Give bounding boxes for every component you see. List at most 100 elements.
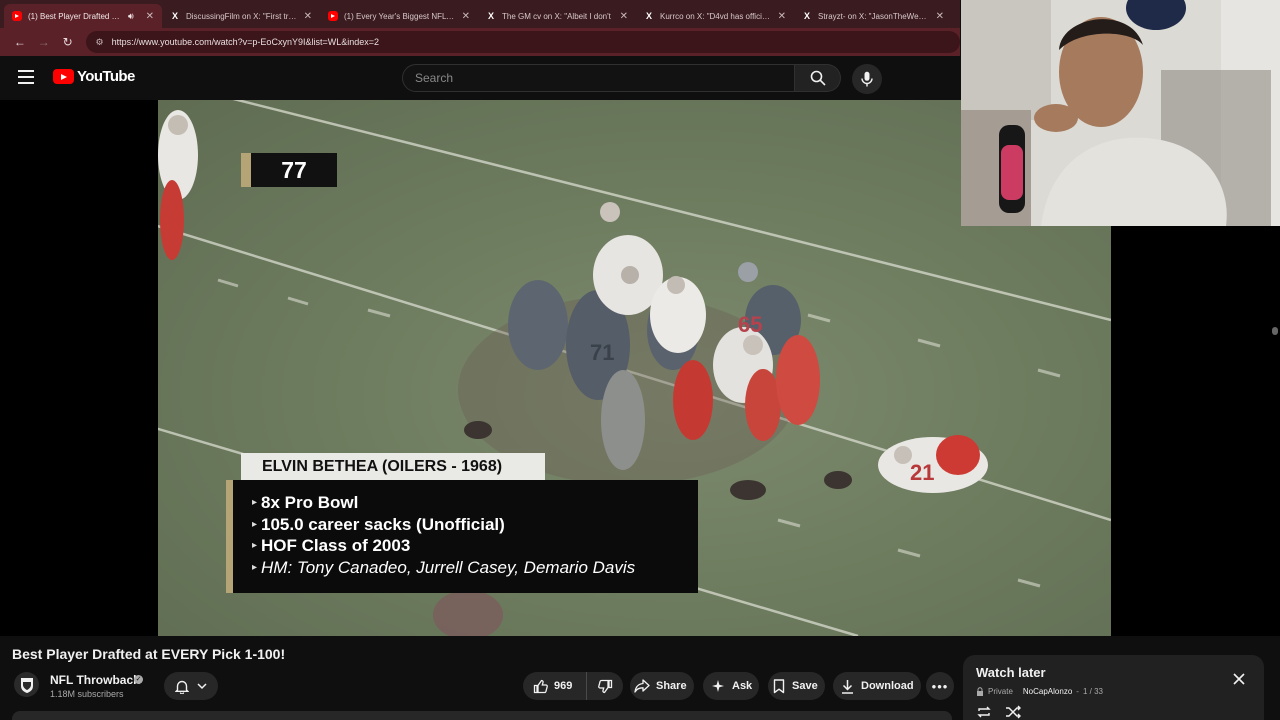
tab-title: DiscussingFilm on X: "First traile: [186, 11, 298, 21]
subscriber-count: 1.18M subscribers: [50, 689, 124, 699]
browser-tab[interactable]: X Kurrco on X: "D4vd has officially ✕: [636, 4, 794, 28]
x-icon: X: [803, 11, 810, 21]
jersey-number: 21: [910, 460, 934, 485]
like-button[interactable]: 969: [523, 672, 587, 700]
dislike-button[interactable]: [587, 672, 623, 700]
more-actions-button[interactable]: •••: [926, 672, 954, 700]
browser-tab[interactable]: X DiscussingFilm on X: "First traile ✕: [162, 4, 320, 28]
channel-avatar[interactable]: [14, 672, 39, 697]
notification-button[interactable]: [164, 672, 218, 700]
share-icon: [634, 679, 650, 693]
url-text: https://www.youtube.com/watch?v=p-EoCxyn…: [111, 37, 379, 47]
ask-label: Ask: [732, 680, 753, 692]
close-icon[interactable]: ✕: [146, 11, 154, 22]
playlist-position: 1 / 33: [1082, 687, 1103, 696]
bullet-icon: ▸: [252, 518, 258, 530]
fact-line: ▸ 8x Pro Bowl: [252, 492, 698, 514]
close-icon[interactable]: ✕: [304, 11, 312, 22]
browser-toolbar: ← → ↻ ⚙ https://www.youtube.com/watch?v=…: [0, 28, 960, 56]
close-icon[interactable]: [1231, 671, 1247, 687]
x-icon: X: [487, 11, 494, 21]
fact-text: HM: Tony Canadeo, Jurrell Casey, Demario…: [261, 557, 636, 577]
player-name-bar: ELVIN BETHEA (OILERS - 1968): [241, 453, 545, 480]
search-input[interactable]: Search: [402, 64, 795, 92]
close-icon[interactable]: ✕: [936, 11, 944, 22]
nfl-shield-icon: [20, 677, 33, 693]
close-icon[interactable]: ✕: [620, 11, 628, 22]
screen: (1) Best Player Drafted at EV 🔊︎ ✕ X Dis…: [0, 0, 1280, 720]
video-title: Best Player Drafted at EVERY Pick 1-100!: [12, 646, 286, 662]
like-count: 969: [554, 680, 573, 692]
pick-number-badge: 77: [241, 153, 337, 187]
description-box[interactable]: [12, 711, 952, 720]
sparkle-icon: [712, 680, 724, 692]
playlist-panel: Watch later Private NoCapAlonzo - 1 / 33: [963, 655, 1264, 720]
pick-number: 77: [281, 156, 307, 183]
separator: -: [1076, 687, 1079, 696]
bullet-icon: ▸: [252, 561, 258, 573]
close-icon[interactable]: ✕: [778, 11, 786, 22]
search-button[interactable]: [795, 64, 841, 92]
browser-tab[interactable]: X The GM cv on X: "Albeit I don't ✕: [478, 4, 636, 28]
share-label: Share: [656, 680, 687, 692]
close-icon[interactable]: ✕: [462, 11, 470, 22]
verified-icon: ✓: [134, 675, 143, 684]
youtube-logo[interactable]: YouTube: [53, 68, 135, 85]
reload-icon[interactable]: ↻: [56, 30, 80, 54]
site-info-icon[interactable]: ⚙: [96, 37, 104, 48]
speaker-icon[interactable]: 🔊︎: [128, 11, 134, 22]
chevron-down-icon: [197, 682, 207, 689]
voice-search-button[interactable]: [852, 64, 882, 94]
shuffle-icon[interactable]: [1005, 705, 1021, 719]
scrollbar-thumb[interactable]: [1272, 327, 1278, 335]
microphone-icon: [861, 71, 873, 87]
playlist-meta: Private NoCapAlonzo - 1 / 33: [976, 687, 1103, 696]
playlist-title[interactable]: Watch later: [976, 665, 1046, 680]
fact-line: ▸ HOF Class of 2003: [252, 535, 698, 557]
more-horizontal-icon: •••: [931, 678, 949, 694]
back-icon[interactable]: ←: [8, 30, 32, 54]
bullet-icon: ▸: [252, 540, 258, 551]
youtube-header: YouTube Search: [0, 56, 960, 100]
tab-title: Strayzt- on X: "JasonTheWeen h: [818, 11, 930, 21]
thumbs-down-icon: [597, 679, 612, 693]
fact-line: ▸ HM: Tony Canadeo, Jurrell Casey, Demari…: [252, 557, 698, 579]
fact-text: HOF Class of 2003: [261, 536, 411, 555]
x-icon: X: [645, 11, 652, 21]
address-bar[interactable]: ⚙ https://www.youtube.com/watch?v=p-EoCx…: [85, 31, 960, 53]
fact-text: 8x Pro Bowl: [261, 493, 359, 512]
ask-button[interactable]: Ask: [703, 672, 759, 700]
browser-tab-strip: (1) Best Player Drafted at EV 🔊︎ ✕ X Dis…: [0, 0, 960, 28]
webcam-feed: [961, 0, 1280, 226]
playlist-owner[interactable]: NoCapAlonzo: [1023, 687, 1072, 696]
x-icon: X: [171, 11, 178, 21]
webcam-overlay: [961, 0, 1280, 226]
search-icon: [810, 70, 826, 86]
browser-tab[interactable]: (1) Every Year's Biggest NFL Dra ✕: [320, 4, 478, 28]
lock-icon: [977, 687, 983, 696]
tab-title: The GM cv on X: "Albeit I don't: [502, 11, 611, 21]
bell-icon: [175, 680, 189, 694]
browser-tab[interactable]: (1) Best Player Drafted at EV 🔊︎ ✕: [4, 4, 162, 28]
tab-title: Kurrco on X: "D4vd has officially: [660, 11, 772, 21]
youtube-play-icon: [53, 69, 74, 84]
browser-tab[interactable]: X Strayzt- on X: "JasonTheWeen h ✕: [794, 4, 952, 28]
download-button[interactable]: Download: [833, 672, 921, 700]
download-icon: [842, 679, 853, 694]
bullet-icon: ▸: [252, 497, 258, 508]
forward-icon[interactable]: →: [32, 30, 56, 54]
youtube-icon: [12, 11, 22, 21]
loop-icon[interactable]: [976, 705, 992, 719]
player-facts-box: ▸ 8x Pro Bowl ▸ 105.0 career sacks (Unoffi…: [226, 480, 698, 593]
download-label: Download: [861, 680, 914, 692]
youtube-icon: [328, 11, 338, 21]
like-dislike-group: 969: [523, 672, 623, 700]
save-button[interactable]: Save: [768, 672, 825, 700]
jersey-number: 71: [590, 340, 614, 365]
bookmark-icon: [773, 678, 785, 693]
privacy-label: Private: [988, 687, 1013, 696]
menu-icon[interactable]: [18, 70, 34, 84]
search-placeholder: Search: [415, 71, 454, 85]
channel-name[interactable]: NFL Throwback: [50, 673, 140, 687]
share-button[interactable]: Share: [630, 672, 694, 700]
